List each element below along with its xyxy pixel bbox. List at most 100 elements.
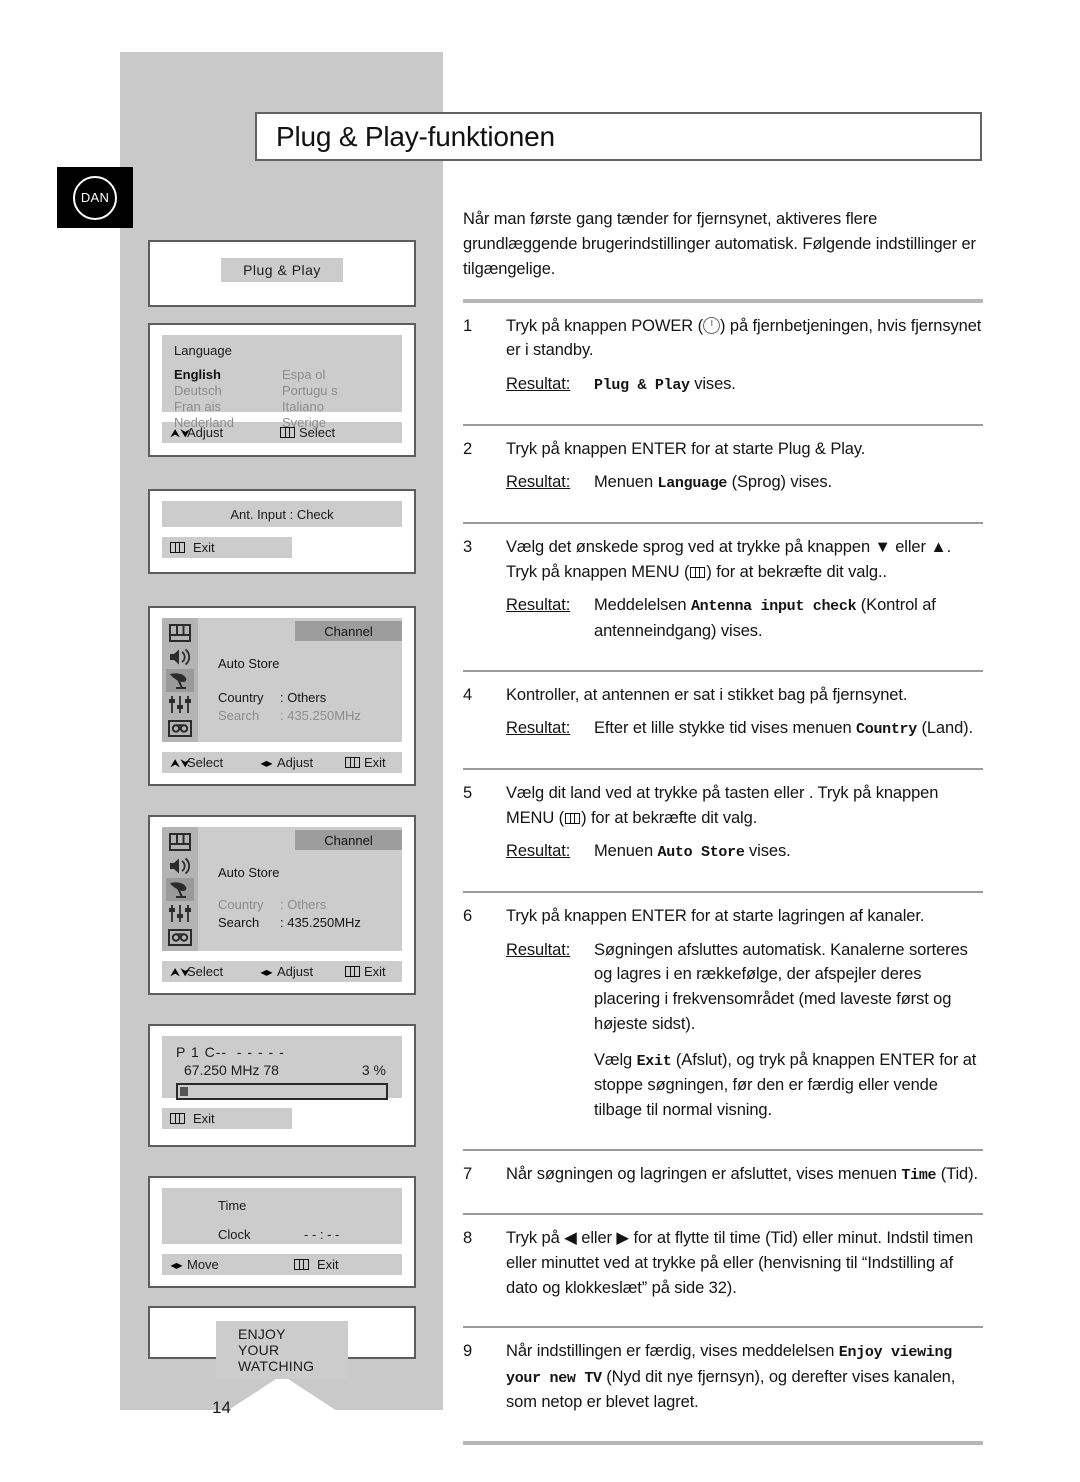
- osd-footer-exit: Exit: [345, 755, 386, 770]
- menu-button-icon: [690, 566, 706, 578]
- osd-channel-auto-store: Auto Store: [218, 865, 280, 880]
- osd-channel-country-label: Country: [218, 690, 264, 705]
- step-8: 8 Tryk på ◀ eller ▶ for at flytte til ti…: [463, 1215, 983, 1310]
- step-text-cont: ) for at bekræfte dit valg..: [706, 562, 887, 581]
- osd-language-column-right: Espa ol Portugu s Italiano Sverige: [282, 367, 390, 430]
- extra-pre: Vælg: [594, 1050, 637, 1069]
- step-text: Tryk på knappen ENTER for at starte Plug…: [506, 439, 866, 458]
- up-down-arrow-icon: ⮝⮟: [170, 964, 191, 979]
- step-result: Resultat: Meddelelsen Antenna input chec…: [506, 593, 983, 643]
- step-body: Når indstillingen er færdig, vises medde…: [506, 1339, 983, 1415]
- menu-button-icon: [345, 757, 360, 768]
- step-number: 7: [463, 1164, 473, 1183]
- osd-channel-search-row: Search : 435.250MHz: [218, 708, 361, 723]
- result-mono: Language: [657, 475, 728, 493]
- osd-language-option: Italiano: [282, 398, 324, 414]
- step-number: 8: [463, 1229, 473, 1248]
- osd-footer-select-label: Select: [187, 755, 224, 770]
- osd-language-option: Nederland: [174, 414, 234, 430]
- step-text: Når indstillingen er færdig, vises medde…: [506, 1342, 839, 1361]
- step-1: 1 Tryk på knappen POWER () på fjernbetje…: [463, 303, 983, 408]
- result-post: (Land).: [916, 719, 974, 738]
- step-6: 6 Tryk på knappen ENTER for at starte la…: [463, 893, 983, 1133]
- osd-language-option: Deutsch: [174, 382, 222, 398]
- osd-language-option: Portugu s: [282, 382, 338, 398]
- osd-footer-adjust: ◂▸ Adjust: [260, 964, 345, 979]
- step-result: Resultat: Søgningen afsluttes automatisk…: [506, 938, 983, 1037]
- osd-time-footer: ◂▸ Move Exit: [162, 1254, 402, 1275]
- osd-footer-move: ◂▸ Move: [162, 1257, 294, 1272]
- step-text: Tryk på knappen POWER (: [506, 316, 703, 335]
- osd-footer-select: ⮝⮟ Select: [162, 755, 260, 770]
- osd-language-column-left: English Deutsch Fran ais Nederland: [174, 367, 282, 430]
- result-text: Menuen Language (Sprog) vises.: [594, 470, 983, 496]
- osd-antenna-input: Ant. Input : Check Exit: [148, 489, 416, 574]
- result-label: Resultat:: [506, 842, 571, 861]
- step-number: 4: [463, 685, 473, 704]
- osd-channel-screen: Channel Auto Store Country : Others Searc…: [162, 618, 402, 742]
- osd-channel-search-value: : 435.250MHz: [280, 708, 361, 723]
- step-7: 7 Når søgningen og lagringen er afslutte…: [463, 1151, 983, 1198]
- osd-footer-exit: Exit: [345, 964, 386, 979]
- osd-progress-screen: P 1 C-- - - - - - 67.250 MHz 78 3 %: [162, 1036, 402, 1100]
- result-label: Resultat:: [506, 473, 571, 492]
- step-result: Resultat: Menuen Language (Sprog) vises.: [506, 470, 983, 496]
- result-text: Efter et lille stykke tid vises menuen C…: [594, 716, 983, 742]
- language-badge: DAN: [57, 167, 133, 228]
- step-number: 6: [463, 906, 473, 925]
- osd-channel-search-value: : 435.250MHz: [280, 915, 361, 930]
- result-text: Plug & Play vises.: [594, 372, 983, 398]
- osd-antenna-screen: Ant. Input : Check: [162, 501, 402, 527]
- osd-footer-exit: Exit: [170, 1111, 215, 1126]
- vcr-icon: [166, 717, 194, 740]
- step-text-cont: ) for at bekræfte dit valg.: [581, 808, 758, 827]
- osd-channel-tag: Channel: [295, 621, 402, 641]
- result-label: Resultat:: [506, 375, 571, 394]
- result-text: Søgningen afsluttes automatisk. Kanalern…: [594, 940, 968, 1033]
- step-result: Resultat: Efter et lille stykke tid vise…: [506, 716, 983, 742]
- osd-channel-country-label: Country: [218, 897, 264, 912]
- sound-icon: [166, 854, 194, 877]
- step-body: Kontroller, at antennen er sat i stikket…: [506, 683, 983, 742]
- osd-channel-search-label: Search: [218, 708, 260, 723]
- step-result-continued: Vælg Exit (Afslut), og tryk på knappen E…: [506, 1048, 983, 1123]
- picture-icon: [166, 621, 194, 644]
- step-3: 3 Vælg det ønskede sprog ved at trykke p…: [463, 524, 983, 654]
- result-pre: Menuen: [594, 842, 658, 861]
- osd-channel-country-value: : Others: [280, 897, 327, 912]
- setup-icon: [166, 902, 194, 925]
- osd-channel-search: Channel Auto Store Country: Others Searc…: [148, 815, 416, 995]
- osd-language-option: English: [174, 367, 221, 382]
- step-number: 1: [463, 316, 473, 335]
- step-2: 2 Tryk på knappen ENTER for at starte Pl…: [463, 426, 983, 506]
- step-body: Vælg det ønskede sprog ved at trykke på …: [506, 535, 983, 644]
- step-body: Tryk på ◀ eller ▶ for at flytte til time…: [506, 1229, 974, 1297]
- result-label: Resultat:: [506, 940, 571, 959]
- step-4: 4 Kontroller, at antennen er sat i stikk…: [463, 672, 983, 752]
- language-badge-label: DAN: [80, 190, 110, 205]
- osd-channel-auto-store: Auto Store: [218, 656, 280, 671]
- osd-progress-fill: [180, 1087, 188, 1096]
- osd-icon-rail: [162, 827, 198, 951]
- osd-channel-screen: Channel Auto Store Country: Others Searc…: [162, 827, 402, 951]
- osd-time: Time Clock - - : - - ◂▸ Move Exit: [148, 1176, 416, 1288]
- osd-language: Language English Deutsch Fran ais Nederl…: [148, 323, 416, 457]
- osd-footer-select-label: Select: [187, 964, 224, 979]
- osd-channel-search-label: Search: [218, 915, 260, 930]
- result-mono: Auto Store: [657, 844, 745, 862]
- osd-footer-exit-label: Exit: [364, 755, 386, 770]
- result-mono: Country: [856, 721, 917, 739]
- osd-language-title: Language: [174, 343, 232, 358]
- extra-mono: Exit: [636, 1052, 672, 1070]
- left-right-arrow-icon: ◂▸: [170, 1257, 183, 1272]
- step-text-cont: (Tid).: [936, 1164, 979, 1183]
- step-5: 5 Vælg dit land ved at trykke på tasten …: [463, 770, 983, 875]
- step-9: 9 Når indstillingen er færdig, vises med…: [463, 1328, 983, 1425]
- menu-button-icon: [294, 1259, 309, 1270]
- picture-icon: [166, 830, 194, 853]
- osd-channel-country-value: : Others: [280, 690, 327, 705]
- osd-language-option: Fran ais: [174, 398, 221, 414]
- osd-time-clock-row: Clock - - : - -: [162, 1227, 402, 1242]
- osd-time-screen: Time Clock - - : - -: [162, 1188, 402, 1244]
- vcr-icon: [166, 926, 194, 949]
